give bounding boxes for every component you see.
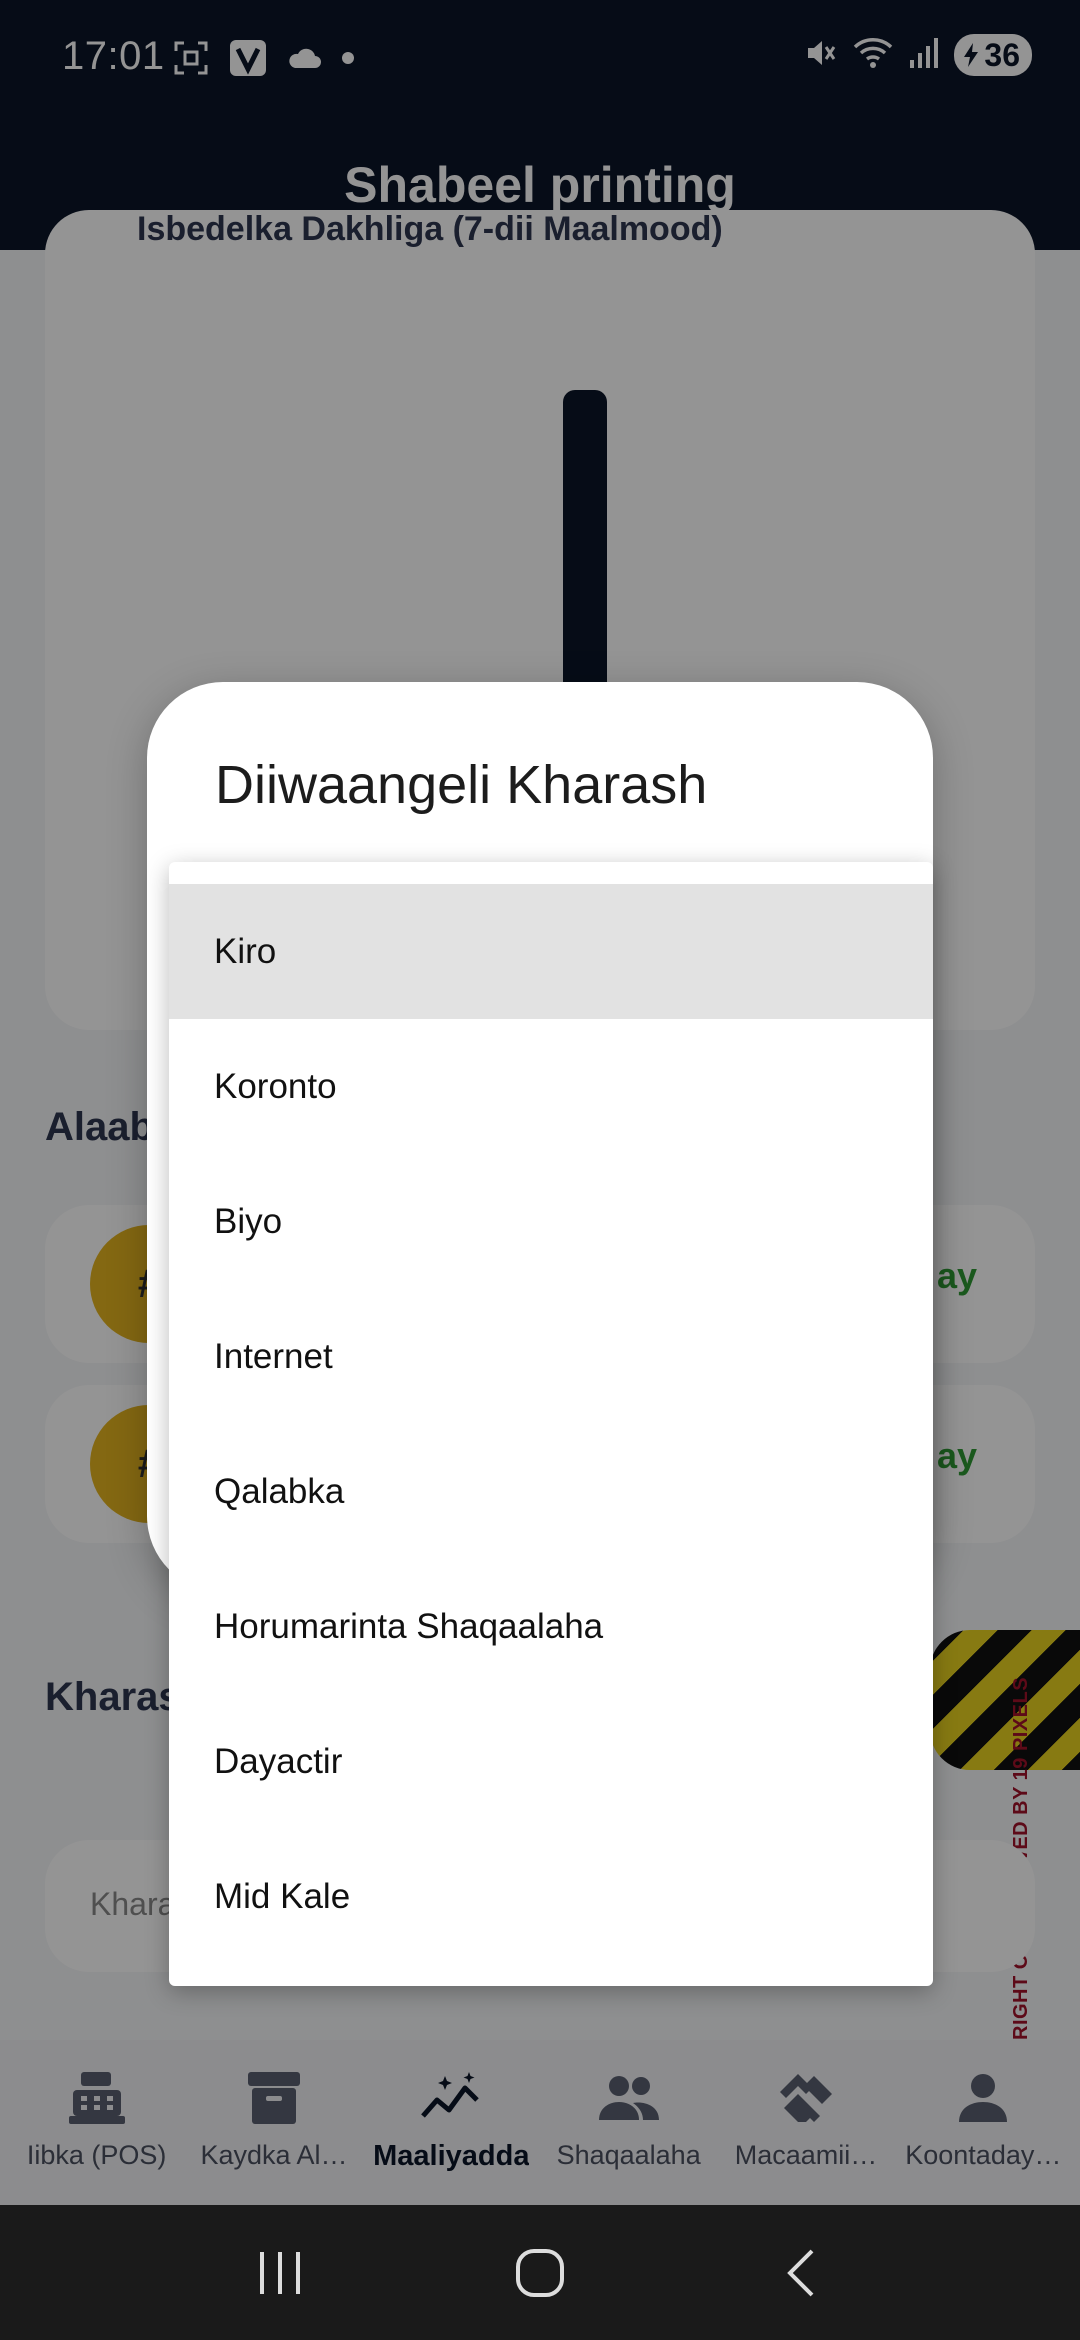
- dropdown-option[interactable]: Dayactir: [169, 1694, 933, 1829]
- dropdown-option[interactable]: Biyo: [169, 1154, 933, 1289]
- category-dropdown-menu: Kiro Koronto Biyo Internet Qalabka Horum…: [169, 862, 933, 1986]
- recents-button[interactable]: [240, 2233, 320, 2313]
- dropdown-option[interactable]: Kiro: [169, 884, 933, 1019]
- dropdown-option[interactable]: Internet: [169, 1289, 933, 1424]
- dropdown-option[interactable]: Qalabka: [169, 1424, 933, 1559]
- home-button[interactable]: [500, 2233, 580, 2313]
- dropdown-option[interactable]: Mid Kale: [169, 1829, 933, 1964]
- dialog-title: Diiwaangeli Kharash: [215, 755, 708, 815]
- system-navigation-bar: [0, 2205, 1080, 2340]
- dropdown-option[interactable]: Horumarinta Shaqaalaha: [169, 1559, 933, 1694]
- dropdown-option[interactable]: Koronto: [169, 1019, 933, 1154]
- back-button[interactable]: [760, 2233, 840, 2313]
